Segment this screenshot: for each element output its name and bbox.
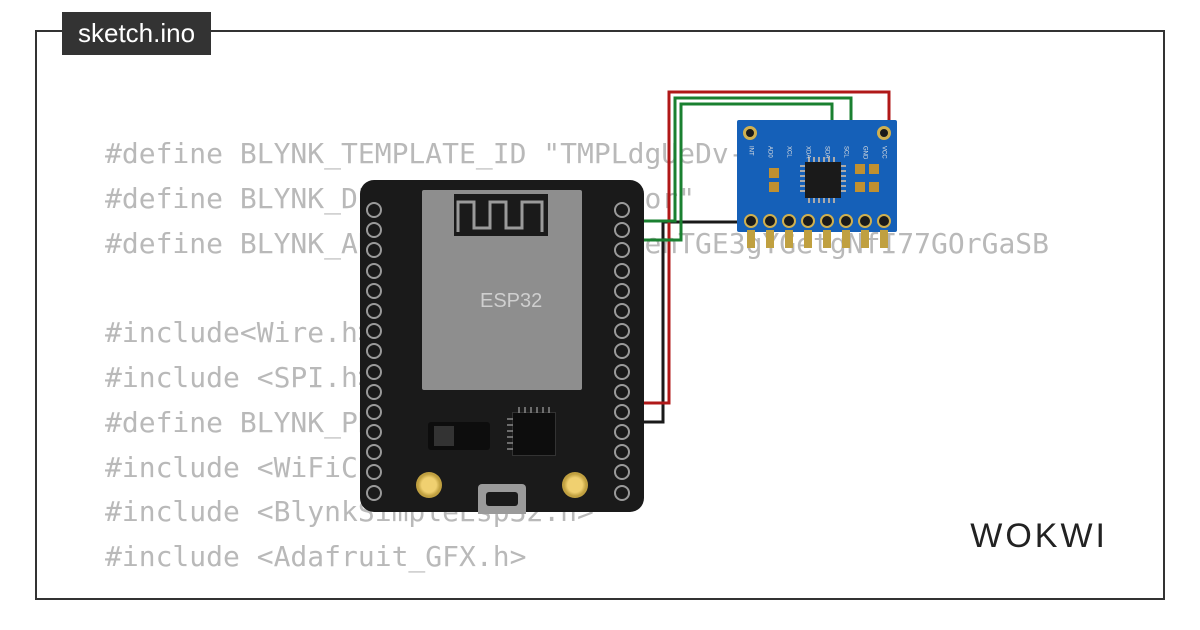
mpu6050-sensor: INTAD0XCLXDASDASCLGNDVCC	[737, 120, 897, 232]
file-tab-label: sketch.ino	[78, 18, 195, 48]
wokwi-logo: WOKWI	[970, 517, 1108, 556]
file-tab[interactable]: sketch.ino	[62, 12, 211, 55]
esp-button-en[interactable]	[416, 472, 442, 498]
esp32-board: ESP32	[360, 180, 644, 512]
mpu-pin-labels: INTAD0XCLXDASDASCLGNDVCC	[737, 146, 897, 159]
esp-pins-left	[366, 202, 390, 505]
esp32-label: ESP32	[480, 290, 542, 313]
preview-card: #define BLYNK_TEMPLATE_ID "TMPLdgUeDv-6"…	[35, 30, 1165, 600]
mpu-chip	[805, 162, 841, 198]
usb-port	[478, 484, 526, 514]
